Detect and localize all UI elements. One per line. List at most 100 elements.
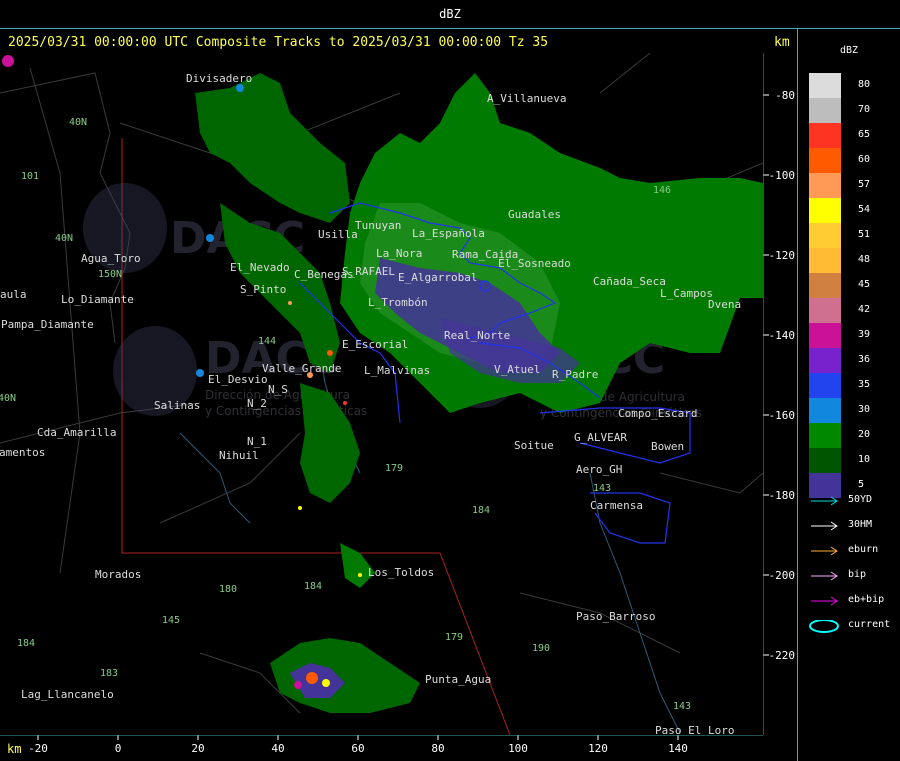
place-paso-barroso: Paso_Barroso [576, 610, 655, 623]
place-guadales: Guadales [508, 208, 561, 221]
echo-hot-6 [343, 401, 347, 405]
y-tick-label: -100 [769, 169, 796, 182]
place-los-campos: L_Campos [660, 287, 713, 300]
legend-swatch-label: 5 [858, 479, 865, 490]
legend-swatch-label: 70 [858, 104, 871, 115]
place-soitue: Soitue [514, 439, 554, 452]
legend-swatch-label: 42 [858, 304, 871, 315]
place-aero-gh: Aero_GH [576, 463, 622, 476]
place-el-algarrobal: E_Algarrobal [398, 271, 477, 284]
road-label-13: 143 [593, 483, 611, 494]
echo-blue-3 [236, 84, 244, 92]
legend-track-label: bip [848, 569, 867, 580]
legend-swatch-label: 20 [858, 429, 871, 440]
legend-unit: dBZ [839, 45, 859, 56]
legend-scale-row: 70 [809, 98, 899, 123]
x-tick-label: 0 [115, 742, 122, 755]
road-label-5: 150N [98, 269, 122, 280]
place-lag-llancanelo: Lag_Llancanelo [21, 688, 114, 701]
legend-track-label: current [848, 619, 891, 630]
x-tick-label: 20 [191, 742, 204, 755]
road-label-12: 190 [532, 643, 550, 654]
legend-track-row: eb+bip [809, 591, 899, 609]
place-el-sosneado: El_Sosneado [498, 257, 571, 270]
track-arrow-icon [811, 496, 838, 506]
arrow-path [811, 596, 838, 606]
road-label-4: 40N [0, 393, 16, 404]
radar-viewer-window: dBZ 2025/03/31 00:00:00 UTC Composite Tr… [0, 0, 900, 761]
echo-corner-cell [2, 55, 14, 67]
legend-track-label: 50YD [848, 494, 873, 505]
place-nihuil: Nihuil [219, 449, 259, 462]
legend-scale-row: 42 [809, 298, 899, 323]
legend-swatch-label: 80 [858, 79, 871, 90]
x-tick-label: 40 [271, 742, 284, 755]
place-salinas: Salinas [154, 399, 200, 412]
legend-swatch-label: 30 [858, 404, 871, 415]
legend-track-row: current [809, 616, 899, 634]
place-n1: N_1 [247, 435, 267, 448]
place-la-nora: La_Nora [376, 247, 422, 260]
road-label-16: 143 [673, 701, 691, 712]
place-s-rafael: S_RAFAEL [342, 265, 395, 278]
legend-scale-row: 30 [809, 398, 899, 423]
echo-hot-9 [358, 573, 362, 577]
arrow-path [811, 546, 838, 556]
place-g-alvear: G_ALVEAR [574, 431, 627, 444]
x-tick-label: 80 [431, 742, 444, 755]
place-bowen: Bowen [651, 440, 684, 453]
echo-south-hot-1 [306, 672, 318, 684]
place-valle-grande: Valle_Grande [262, 362, 341, 375]
legend-track-row: 50YD [809, 491, 899, 509]
x-axis-strip: -20 0 20 40 60 80 100 120 140 [0, 735, 763, 755]
place-n2: N_2 [247, 397, 267, 410]
radar-map-canvas[interactable]: DACC DACC DACC DACC Dirección de Agricul… [0, 53, 763, 735]
current-ellipse [809, 620, 839, 633]
place-agua-toro: Agua_Toro [81, 252, 141, 265]
y-tick-label: -120 [769, 249, 796, 262]
legend-swatch-label: 65 [858, 129, 871, 140]
place-real-norte: Real_Norte [444, 329, 510, 342]
x-tick-label: -20 [28, 742, 48, 755]
legend-scale-row: 36 [809, 348, 899, 373]
legend-swatch [809, 223, 841, 248]
road-label-6: 144 [258, 336, 276, 347]
place-dvena: Dvena [708, 298, 741, 311]
echo-blue-2 [196, 369, 204, 377]
road-label-1: 40N [69, 117, 87, 128]
place-el-escorial: E_Escorial [342, 338, 408, 351]
arrow-path [811, 496, 838, 506]
legend-swatch-label: 54 [858, 204, 871, 215]
place-carmensa: Carmensa [590, 499, 643, 512]
legend-scale-row: 51 [809, 223, 899, 248]
legend-track-label: 30HM [848, 519, 873, 530]
legend-scale-row: 39 [809, 323, 899, 348]
y-tick-label: -220 [769, 649, 796, 662]
place-camentos: amentos [0, 446, 45, 459]
legend-swatch-label: 57 [858, 179, 871, 190]
legend-swatch [809, 398, 841, 423]
y-tick-label: -200 [769, 569, 796, 582]
place-los-toldos: Los_Toldos [368, 566, 434, 579]
echo-hot-7 [288, 301, 292, 305]
place-divisadero: Divisadero [186, 72, 252, 85]
road-label-9: 180 [219, 584, 237, 595]
legend-scale-row: 20 [809, 423, 899, 448]
place-usilla: Usilla [318, 228, 358, 241]
road-label-7: 179 [385, 463, 403, 474]
track-arrow-icon [811, 546, 838, 556]
legend-swatch [809, 173, 841, 198]
echo-south-hot-3 [294, 681, 302, 689]
legend-track-label: eb+bip [848, 594, 885, 605]
legend-track-row: bip [809, 566, 899, 584]
radar-map-panel[interactable]: DACC DACC DACC DACC Dirección de Agricul… [0, 53, 763, 735]
legend-scale-row: 57 [809, 173, 899, 198]
legend-scale-row: 60 [809, 148, 899, 173]
place-comp-escard: Compo_Escard [618, 407, 697, 420]
place-lo-diamante: Lo_Diamante [61, 293, 134, 306]
legend-scale-row: 48 [809, 248, 899, 273]
y-tick-label: -180 [769, 489, 796, 502]
legend-swatch [809, 373, 841, 398]
place-tunuyan: Tunuyan [355, 219, 401, 232]
km-unit-top: km [774, 35, 790, 50]
